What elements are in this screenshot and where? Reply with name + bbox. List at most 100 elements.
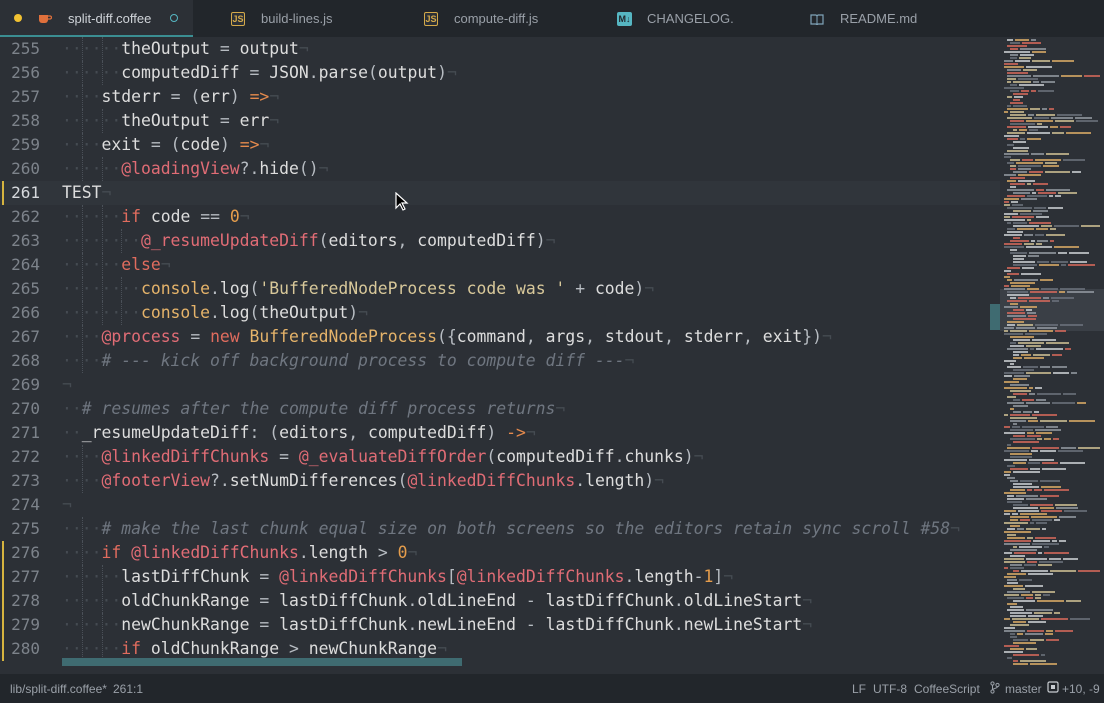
code-line[interactable]: 259 ····exit = (code) =>¬	[0, 133, 1000, 157]
minimap-line	[1064, 510, 1087, 512]
code-line[interactable]: 257 ····stderr = (err) =>¬	[0, 85, 1000, 109]
tab-label: README.md	[840, 11, 918, 26]
line-number[interactable]: 268	[0, 349, 40, 373]
line-number[interactable]: 265	[0, 277, 40, 301]
minimap-line	[1056, 507, 1078, 509]
tab-compute-diff[interactable]: JS compute-diff.js	[386, 0, 579, 37]
line-number[interactable]: 256	[0, 61, 40, 85]
code-line[interactable]: 256 ······computedDiff = JSON.parse(outpu…	[0, 61, 1000, 85]
line-number[interactable]: 274	[0, 493, 40, 517]
minimap-line	[1052, 366, 1067, 368]
line-number[interactable]: 273	[0, 469, 40, 493]
code-line[interactable]: 268 ····# --- kick off background process…	[0, 349, 1000, 373]
code-line[interactable]: 277 ······lastDiffChunk = @linkedDiffChun…	[0, 565, 1000, 589]
code-line[interactable]: 269 ¬	[0, 373, 1000, 397]
code-line[interactable]: 278 ······oldChunkRange = lastDiffChunk.o…	[0, 589, 1000, 613]
minimap-line	[1010, 90, 1019, 92]
minimap-line	[1027, 561, 1037, 563]
minimap-line	[1051, 261, 1068, 263]
minimap-line	[1007, 537, 1025, 539]
line-number[interactable]: 269	[0, 373, 40, 397]
line-number[interactable]: 263	[0, 229, 40, 253]
code-line[interactable]: 265 ········console.log('BufferedNodeProc…	[0, 277, 1000, 301]
code-line[interactable]: 266 ········console.log(theOutput)¬	[0, 301, 1000, 325]
tab-build-lines[interactable]: JS build-lines.js	[193, 0, 386, 37]
minimap-line	[1028, 615, 1043, 617]
line-number[interactable]: 257	[0, 85, 40, 109]
code-line[interactable]: 275 ····# make the last chunk equal size …	[0, 517, 1000, 541]
code-line[interactable]: 279 ······newChunkRange = lastDiffChunk.n…	[0, 613, 1000, 637]
minimap-line	[1007, 396, 1016, 398]
code-line[interactable]: 261 TEST¬	[0, 181, 1000, 205]
status-git-diff[interactable]: +10, -9	[1062, 682, 1100, 696]
code-line[interactable]: 267 ····@process = new BufferedNodeProces…	[0, 325, 1000, 349]
minimap-line	[1004, 414, 1008, 416]
minimap-line	[1027, 489, 1032, 491]
line-number[interactable]: 280	[0, 637, 40, 661]
status-cursor-position[interactable]: 261:1	[113, 682, 143, 696]
minimap-line	[1026, 246, 1052, 248]
line-number[interactable]: 266	[0, 301, 40, 325]
code-editor[interactable]: 255 ······theOutput = output¬ 256 ······com…	[0, 37, 1000, 668]
status-grammar[interactable]: CoffeeScript	[914, 682, 980, 696]
line-number[interactable]: 260	[0, 157, 40, 181]
code-line[interactable]: 255 ······theOutput = output¬	[0, 37, 1000, 61]
code-line[interactable]: 273 ····@footerView?.setNumDifferences(@l…	[0, 469, 1000, 493]
minimap[interactable]	[1000, 37, 1104, 668]
line-number[interactable]: 259	[0, 133, 40, 157]
code-line[interactable]: 262 ······if code == 0¬	[0, 205, 1000, 229]
line-number[interactable]: 278	[0, 589, 40, 613]
minimap-line	[1010, 168, 1016, 170]
minimap-line	[1050, 570, 1076, 572]
minimap-line	[1059, 291, 1065, 293]
minimap-line	[1007, 39, 1013, 41]
line-number[interactable]: 271	[0, 421, 40, 445]
line-number[interactable]: 261	[0, 181, 40, 205]
minimap-line	[1018, 168, 1031, 170]
tab-status-icon	[170, 14, 178, 22]
minimap-line	[1035, 537, 1056, 539]
tab-readme[interactable]: README.md	[772, 0, 965, 37]
line-number[interactable]: 262	[0, 205, 40, 229]
minimap-line	[1007, 603, 1017, 605]
line-number[interactable]: 270	[0, 397, 40, 421]
minimap-line	[1013, 147, 1029, 149]
line-number[interactable]: 255	[0, 37, 40, 61]
minimap-line	[1053, 438, 1059, 440]
minimap-line	[1013, 357, 1022, 359]
line-number[interactable]: 267	[0, 325, 40, 349]
status-encoding[interactable]: UTF-8	[873, 682, 907, 696]
minimap-line	[1010, 114, 1026, 116]
minimap-line	[1061, 447, 1076, 449]
status-line-ending[interactable]: LF	[852, 682, 866, 696]
line-number[interactable]: 264	[0, 253, 40, 277]
status-file-path[interactable]: lib/split-diff.coffee*	[10, 682, 107, 696]
code-line[interactable]: 258 ······theOutput = err¬	[0, 109, 1000, 133]
minimap-line	[1018, 174, 1041, 176]
line-number[interactable]: 272	[0, 445, 40, 469]
line-number[interactable]: 258	[0, 109, 40, 133]
tab-bar: split-diff.coffee JS build-lines.js JS c…	[0, 0, 1104, 37]
status-git-branch[interactable]: master	[1005, 682, 1042, 696]
tab-changelog[interactable]: M↓ CHANGELOG.md	[579, 0, 772, 37]
horizontal-scrollbar[interactable]	[62, 658, 462, 666]
code-line[interactable]: 264 ······else¬	[0, 253, 1000, 277]
code-line[interactable]: 276 ····if @linkedDiffChunks.length > 0¬	[0, 541, 1000, 565]
line-number[interactable]: 275	[0, 517, 40, 541]
line-number[interactable]: 277	[0, 565, 40, 589]
code-line[interactable]: 270 ··# resumes after the compute diff pr…	[0, 397, 1000, 421]
minimap-line	[1020, 480, 1038, 482]
scrollbar-thumb[interactable]	[990, 304, 1000, 330]
code-line[interactable]: 263 ········@_resumeUpdateDiff(editors, c…	[0, 229, 1000, 253]
code-line[interactable]: 271 ··_resumeUpdateDiff: (editors, comput…	[0, 421, 1000, 445]
minimap-line	[1013, 339, 1030, 341]
git-modified-marker	[2, 637, 4, 661]
minimap-line	[1018, 165, 1041, 167]
code-line[interactable]: 260 ······@loadingView?.hide()¬	[0, 157, 1000, 181]
code-line[interactable]: 274 ¬	[0, 493, 1000, 517]
line-number[interactable]: 279	[0, 613, 40, 637]
tab-split-diff[interactable]: split-diff.coffee	[0, 0, 193, 37]
line-number[interactable]: 276	[0, 541, 40, 565]
minimap-line	[1010, 303, 1018, 305]
code-line[interactable]: 272 ····@linkedDiffChunks = @_evaluateDif…	[0, 445, 1000, 469]
